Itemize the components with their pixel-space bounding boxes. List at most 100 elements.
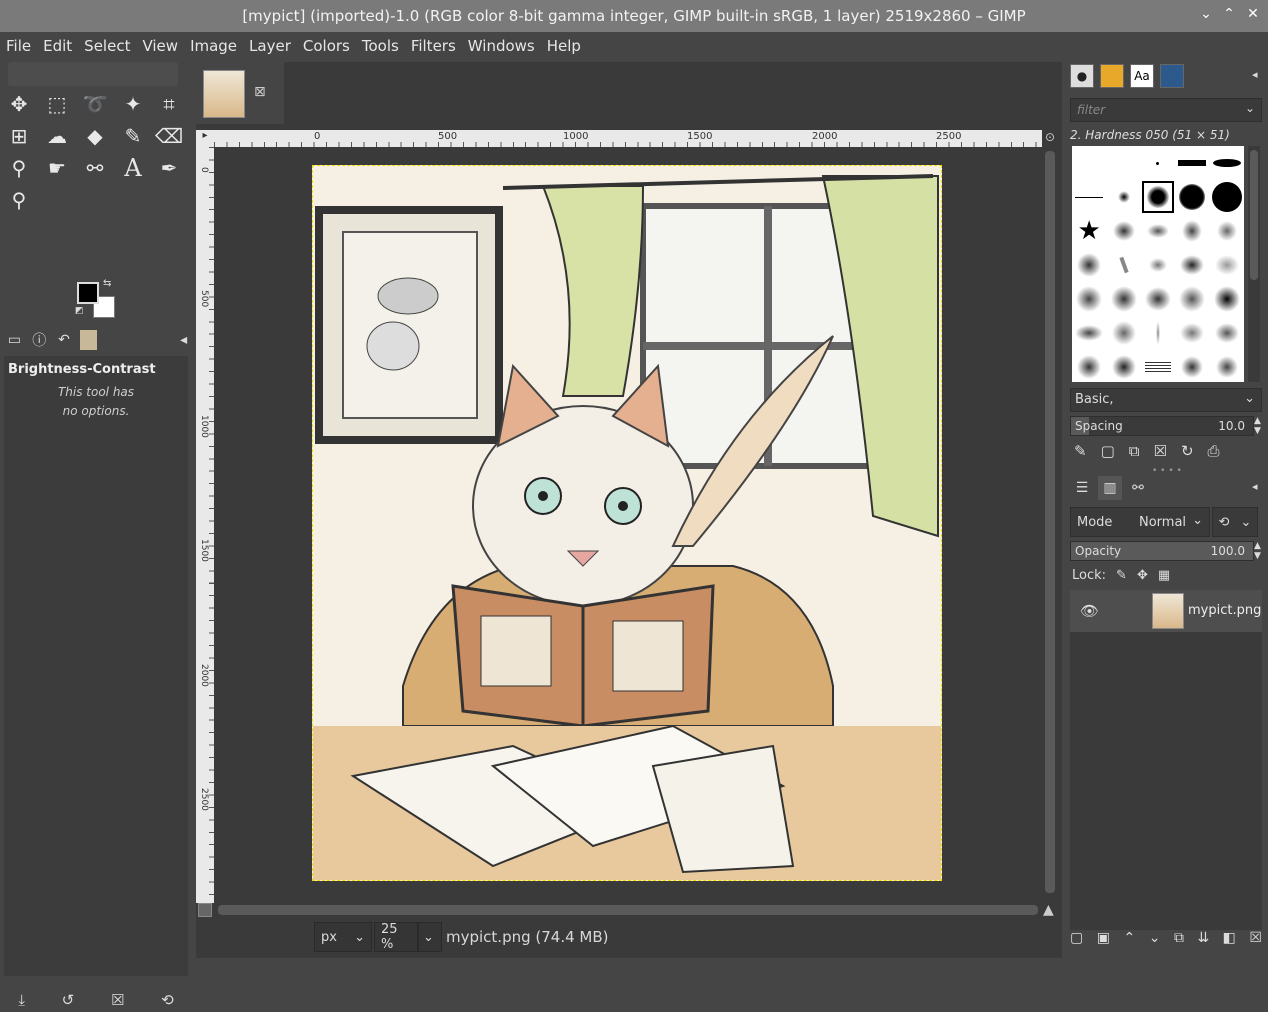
dock-separator-handle[interactable]: • • • • (1152, 466, 1182, 476)
channels-tab-icon[interactable]: ▥ (1098, 476, 1122, 500)
undo-history-tab-icon[interactable]: ↶ (56, 330, 73, 350)
canvas[interactable] (214, 147, 1042, 903)
swap-colors-icon[interactable]: ⇆ (103, 278, 111, 289)
add-mask-icon[interactable]: ◧ (1223, 930, 1236, 946)
menu-view[interactable]: View (142, 37, 178, 55)
menu-edit[interactable]: Edit (43, 37, 72, 55)
menu-help[interactable]: Help (547, 37, 581, 55)
horizontal-scrollbar-thumb[interactable] (218, 905, 1038, 915)
brush-list-scrollbar[interactable] (1248, 146, 1260, 382)
device-status-tab-icon[interactable]: ⓘ (31, 330, 48, 350)
gradients-tab-icon[interactable] (1160, 64, 1184, 88)
image-artwork[interactable] (312, 165, 942, 881)
menu-file[interactable]: File (6, 37, 31, 55)
color-picker-tool-icon[interactable]: ✒ (154, 153, 184, 183)
default-colors-icon[interactable]: ◩ (75, 306, 84, 316)
zoom-dropdown[interactable]: ⌄ (418, 922, 442, 952)
brush-item[interactable] (1141, 282, 1175, 316)
spacing-spinner[interactable]: Spacing 10.0 (1070, 416, 1254, 436)
brush-item[interactable] (1175, 316, 1209, 350)
brush-item[interactable] (1106, 282, 1140, 316)
brush-item[interactable] (1141, 350, 1175, 384)
brush-item[interactable] (1072, 282, 1106, 316)
merge-down-icon[interactable]: ⇊ (1197, 930, 1209, 946)
brush-item[interactable] (1210, 350, 1244, 384)
quick-mask-toggle[interactable] (198, 903, 212, 917)
refresh-brushes-icon[interactable]: ↻ (1181, 442, 1194, 460)
brush-item[interactable] (1210, 316, 1244, 350)
lasso-tool-icon[interactable]: ➰ (80, 89, 110, 119)
delete-tool-preset-icon[interactable]: ☒ (111, 991, 124, 1009)
brush-item[interactable] (1106, 146, 1140, 180)
text-tool-icon[interactable]: A (118, 153, 148, 183)
brush-item[interactable] (1175, 214, 1209, 248)
brush-tag-select[interactable]: Basic, ⌄ (1070, 388, 1262, 412)
brush-item[interactable] (1106, 180, 1140, 214)
restore-tool-preset-icon[interactable]: ↺ (62, 991, 75, 1009)
unified-transform-tool-icon[interactable]: ⊞ (4, 121, 34, 151)
menu-tools[interactable]: Tools (362, 37, 399, 55)
brush-item[interactable] (1175, 282, 1209, 316)
navigate-icon[interactable]: ▲ (1043, 902, 1057, 918)
images-tab-icon[interactable] (80, 330, 98, 350)
brush-item[interactable] (1072, 248, 1106, 282)
duplicate-brush-icon[interactable]: ⧉ (1129, 442, 1140, 460)
mode-reset-select[interactable]: ⟲ ⌄ (1212, 507, 1258, 537)
unit-select[interactable]: px ⌄ (314, 922, 372, 952)
brush-item[interactable] (1141, 248, 1175, 282)
brush-item[interactable] (1210, 248, 1244, 282)
fuzzy-select-tool-icon[interactable]: ✦ (118, 89, 148, 119)
lock-pixels-icon[interactable]: ✎ (1116, 568, 1127, 583)
raise-layer-icon[interactable]: ⌃ (1123, 930, 1135, 946)
paths-tab-icon[interactable]: ⚯ (1126, 476, 1150, 500)
brush-item[interactable]: ★ (1072, 214, 1106, 248)
clone-tool-icon[interactable]: ⚲ (4, 153, 34, 183)
brush-item[interactable] (1141, 316, 1175, 350)
eye-icon[interactable]: 👁 (1080, 602, 1099, 620)
paths-tool-icon[interactable]: ⚯ (80, 153, 110, 183)
foreground-color-swatch[interactable] (77, 282, 99, 304)
maximize-button[interactable]: ⌃ (1219, 6, 1239, 22)
edit-brush-icon[interactable]: ✎ (1074, 442, 1087, 460)
crop-tool-icon[interactable]: ⌗ (154, 89, 184, 119)
opacity-stepper-arrows[interactable]: ▲ ▼ (1254, 541, 1261, 561)
reset-tool-options-icon[interactable]: ⟲ (161, 991, 174, 1009)
dock-menu-icon[interactable]: ◂ (1252, 68, 1258, 81)
brush-item[interactable] (1175, 248, 1209, 282)
warp-tool-icon[interactable]: ☁ (42, 121, 72, 151)
spacing-stepper-arrows[interactable]: ▲ ▼ (1254, 416, 1261, 436)
horizontal-scrollbar[interactable] (214, 903, 1042, 917)
paintbrush-tool-icon[interactable]: ✎ (118, 121, 148, 151)
brush-item[interactable] (1072, 316, 1106, 350)
duplicate-layer-icon[interactable]: ⧉ (1174, 930, 1184, 946)
brush-item[interactable] (1072, 180, 1106, 214)
zoom-input[interactable]: 25 % (374, 922, 418, 952)
delete-brush-icon[interactable]: ☒ (1153, 442, 1166, 460)
brush-item[interactable] (1210, 214, 1244, 248)
move-tool-icon[interactable]: ✥ (4, 89, 34, 119)
lock-alpha-icon[interactable]: ▦ (1158, 568, 1170, 583)
vertical-scrollbar[interactable] (1043, 147, 1057, 903)
menu-colors[interactable]: Colors (303, 37, 350, 55)
brush-item[interactable] (1072, 146, 1106, 180)
zoom-follow-icon[interactable]: ⊙ (1043, 130, 1057, 147)
brush-item[interactable] (1175, 146, 1209, 180)
save-tool-preset-icon[interactable]: ⤓ (18, 991, 25, 1009)
brush-item[interactable] (1072, 350, 1106, 384)
bucket-fill-tool-icon[interactable]: ◆ (80, 121, 110, 151)
tool-options-tab-icon[interactable]: ▭ (6, 330, 23, 350)
brush-item[interactable] (1106, 350, 1140, 384)
brush-item[interactable] (1210, 282, 1244, 316)
image-tab[interactable]: ⊠ (196, 62, 284, 124)
layers-dock-menu-icon[interactable]: ◂ (1252, 480, 1258, 493)
rect-select-tool-icon[interactable]: ⬚ (42, 89, 72, 119)
patterns-tab-icon[interactable] (1100, 64, 1124, 88)
layers-tab-icon[interactable]: ☰ (1070, 476, 1094, 500)
menu-layer[interactable]: Layer (249, 37, 291, 55)
brush-filter-input[interactable]: filter ⌄ (1070, 98, 1262, 122)
brush-item[interactable] (1106, 316, 1140, 350)
menu-image[interactable]: Image (190, 37, 237, 55)
brush-to-image-icon[interactable]: ⎙ (1208, 442, 1220, 460)
lock-position-icon[interactable]: ✥ (1137, 568, 1148, 583)
fonts-tab-icon[interactable]: Aa (1130, 64, 1154, 88)
